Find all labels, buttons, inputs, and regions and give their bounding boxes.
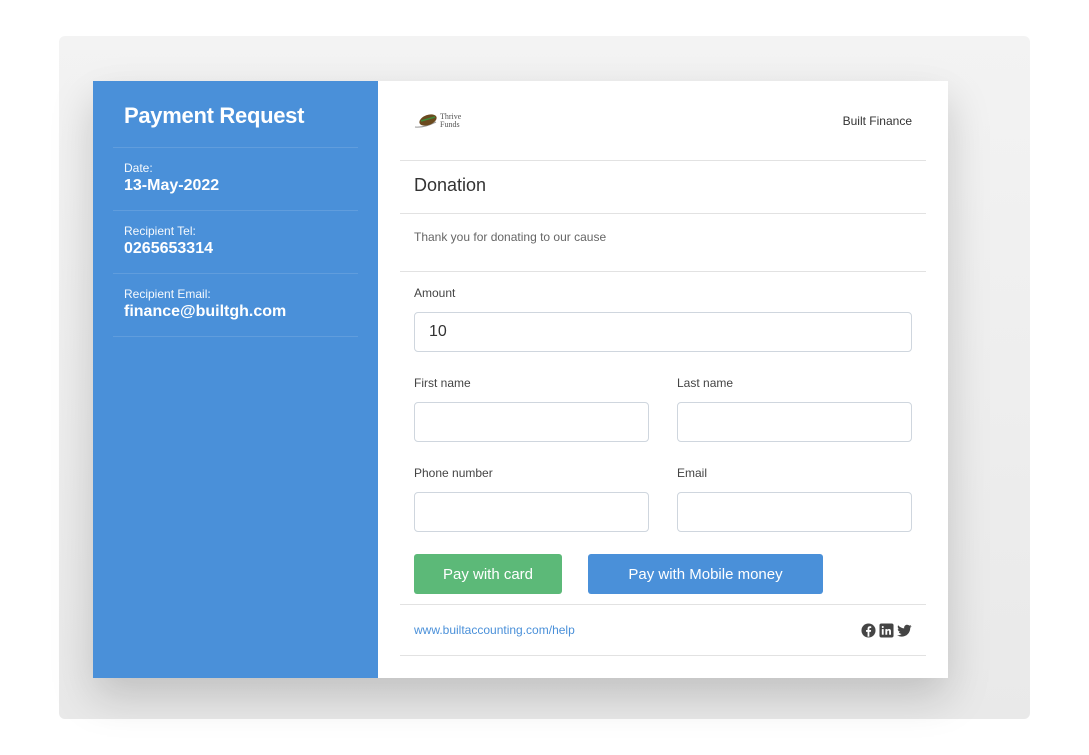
form-footer: www.builtaccounting.com/help xyxy=(400,604,926,656)
recipient-tel-value: 0265653314 xyxy=(124,240,213,257)
recipient-tel-label: Recipient Tel: xyxy=(124,224,196,238)
date-label: Date: xyxy=(124,161,153,175)
logo-text-line2: Funds xyxy=(440,119,460,129)
recipient-email-value: finance@builtgh.com xyxy=(124,303,287,320)
payment-buttons: Pay with card Pay with Mobile money xyxy=(414,554,912,594)
payment-form-panel: Thrive Funds Built Finance Donation Than… xyxy=(378,81,948,678)
phone-input[interactable] xyxy=(414,492,649,532)
recipient-email-block: Recipient Email: finance@builtgh.com xyxy=(113,274,358,337)
amount-label: Amount xyxy=(414,286,456,300)
contact-row: Phone number Email xyxy=(414,442,912,532)
date-block: Date: 13-May-2022 xyxy=(113,148,358,211)
name-row: First name Last name xyxy=(414,352,912,442)
form-header: Thrive Funds Built Finance xyxy=(400,81,926,161)
twitter-icon[interactable] xyxy=(897,623,912,638)
form-description: Thank you for donating to our cause xyxy=(400,214,926,272)
brand-name: Built Finance xyxy=(842,113,912,128)
phone-label: Phone number xyxy=(414,466,493,480)
recipient-email-label: Recipient Email: xyxy=(124,287,211,301)
sidebar-title: Payment Request xyxy=(113,81,358,148)
thrive-funds-logo: Thrive Funds xyxy=(414,112,461,130)
last-name-label: Last name xyxy=(677,376,734,390)
email-label: Email xyxy=(677,466,708,480)
email-input[interactable] xyxy=(677,492,912,532)
help-link[interactable]: www.builtaccounting.com/help xyxy=(414,623,575,637)
first-name-label: First name xyxy=(414,376,471,390)
linkedin-icon[interactable] xyxy=(879,622,894,638)
last-name-input[interactable] xyxy=(677,402,912,442)
form-title: Donation xyxy=(400,161,926,214)
sidebar: Payment Request Date: 13-May-2022 Recipi… xyxy=(93,81,378,678)
first-name-input[interactable] xyxy=(414,402,649,442)
social-links xyxy=(861,622,912,638)
recipient-tel-block: Recipient Tel: 0265653314 xyxy=(113,211,358,274)
payment-card: Payment Request Date: 13-May-2022 Recipi… xyxy=(93,81,948,678)
amount-input[interactable] xyxy=(414,312,912,352)
pay-with-card-button[interactable]: Pay with card xyxy=(414,554,562,594)
facebook-icon[interactable] xyxy=(861,622,876,638)
logo-leaf-icon xyxy=(414,113,437,128)
pay-with-mobile-money-button[interactable]: Pay with Mobile money xyxy=(588,554,823,594)
form-fields: Amount First name Last name Phone number xyxy=(400,286,926,594)
date-value: 13-May-2022 xyxy=(124,177,220,194)
